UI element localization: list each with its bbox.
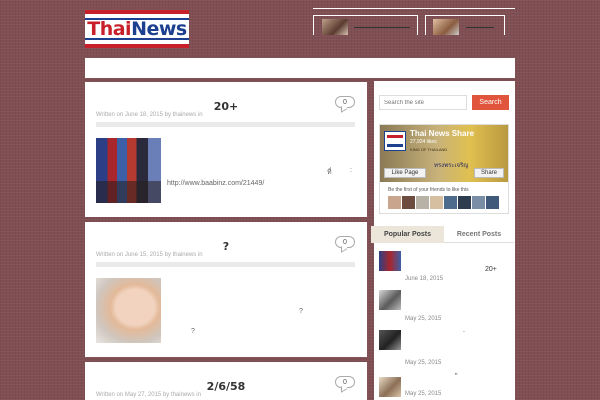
comment-count-badge[interactable]: 0	[335, 376, 355, 388]
post-meta: Written on May 27, 2015 by thainews in	[96, 392, 201, 398]
friend-avatar[interactable]	[458, 196, 471, 209]
post-thumbnail[interactable]	[96, 278, 161, 343]
popular-post-title[interactable]: "	[455, 373, 458, 380]
facebook-like-button[interactable]: Like Page	[384, 168, 426, 178]
post-meta: Written on June 18, 2015 by thainews in	[96, 112, 203, 118]
post-excerpt-fragment: ?	[299, 308, 303, 315]
popular-post-item[interactable]: . May 25, 2015	[379, 327, 514, 366]
header-rule-1	[354, 27, 410, 28]
post-meta: Written on June 15, 2015 by thainews in	[96, 252, 203, 258]
facebook-cover-image[interactable]: Thai News Share 27,924 likes KING OF THA…	[380, 125, 508, 182]
facebook-cover-thai-text: ทรงพระเจริญ	[434, 163, 469, 169]
popular-post-thumbnail[interactable]	[379, 251, 401, 271]
popular-post-item[interactable]: May 25, 2015	[379, 290, 514, 322]
facebook-cover-caption: KING OF THAILAND	[410, 147, 448, 152]
post-card-3: 2/6/58 0 Written on May 27, 2015 by thai…	[85, 362, 367, 400]
logo-thai-text: Thai	[87, 18, 132, 40]
popular-post-thumbnail[interactable]	[379, 290, 401, 310]
popular-post-thumbnail[interactable]	[379, 330, 401, 350]
popular-post-date: May 25, 2015	[405, 391, 442, 397]
popular-post-date: June 18, 2015	[405, 276, 444, 282]
post-excerpt-fragment-2: ?	[191, 328, 195, 335]
posts-tabs: Popular Posts Recent Posts	[371, 226, 516, 243]
tab-recent-posts[interactable]: Recent Posts	[444, 226, 514, 243]
facebook-share-button[interactable]: Share	[474, 168, 504, 178]
header-avatar-2	[433, 19, 459, 35]
friend-avatar[interactable]	[402, 196, 415, 209]
comment-count-badge[interactable]: 0	[335, 96, 355, 108]
header-rule-2	[466, 27, 494, 28]
facebook-page-logo	[384, 131, 406, 151]
facebook-friend-avatars	[388, 196, 499, 209]
post-excerpt-link[interactable]: http://www.baabinz.com/21449/	[167, 180, 264, 187]
header-divider	[313, 8, 515, 9]
post-excerpt-fragment-2: :	[350, 167, 352, 174]
popular-post-title[interactable]: 20+	[485, 266, 497, 273]
popular-post-date: May 25, 2015	[405, 360, 442, 366]
popular-post-title[interactable]: .	[463, 327, 465, 334]
post-excerpt-fragment: ที่	[327, 169, 332, 176]
popular-post-thumbnail[interactable]	[379, 377, 401, 397]
friend-avatar[interactable]	[444, 196, 457, 209]
logo-wordmark: Thai News	[85, 18, 189, 40]
friend-avatar[interactable]	[416, 196, 429, 209]
facebook-page-widget: Thai News Share 27,924 likes KING OF THA…	[379, 124, 509, 214]
logo-news-text: News	[131, 18, 187, 40]
meta-divider	[96, 122, 355, 127]
friend-avatar[interactable]	[486, 196, 499, 209]
facebook-friends-text: Be the first of your friends to like thi…	[388, 187, 469, 193]
post-card-2: ? 0 Written on June 15, 2015 by thainews…	[85, 222, 367, 357]
header-user-box-1[interactable]	[313, 15, 418, 35]
search-input[interactable]	[379, 95, 467, 110]
site-logo[interactable]: Thai News	[85, 10, 189, 48]
post-card-1: 20+ 0 Written on June 18, 2015 by thaine…	[85, 82, 367, 217]
meta-divider	[96, 262, 355, 267]
sidebar: Search Thai News Share 27,924 likes KING…	[371, 81, 516, 400]
post-thumbnail[interactable]	[96, 138, 161, 203]
friend-avatar[interactable]	[388, 196, 401, 209]
header-avatar-1	[322, 19, 348, 35]
popular-post-item[interactable]: 20+ June 18, 2015	[379, 251, 514, 282]
search-button[interactable]: Search	[472, 95, 509, 110]
facebook-like-count: 27,924 likes	[410, 139, 437, 145]
main-navbar[interactable]	[85, 58, 515, 78]
facebook-page-name[interactable]: Thai News Share	[410, 129, 474, 138]
popular-post-item[interactable]: " May 25, 2015	[379, 373, 514, 399]
header-user-box-2[interactable]	[425, 15, 505, 35]
tab-popular-posts[interactable]: Popular Posts	[371, 226, 444, 243]
friend-avatar[interactable]	[472, 196, 485, 209]
friend-avatar[interactable]	[430, 196, 443, 209]
popular-post-date: May 25, 2015	[405, 316, 442, 322]
comment-count-badge[interactable]: 0	[335, 236, 355, 248]
